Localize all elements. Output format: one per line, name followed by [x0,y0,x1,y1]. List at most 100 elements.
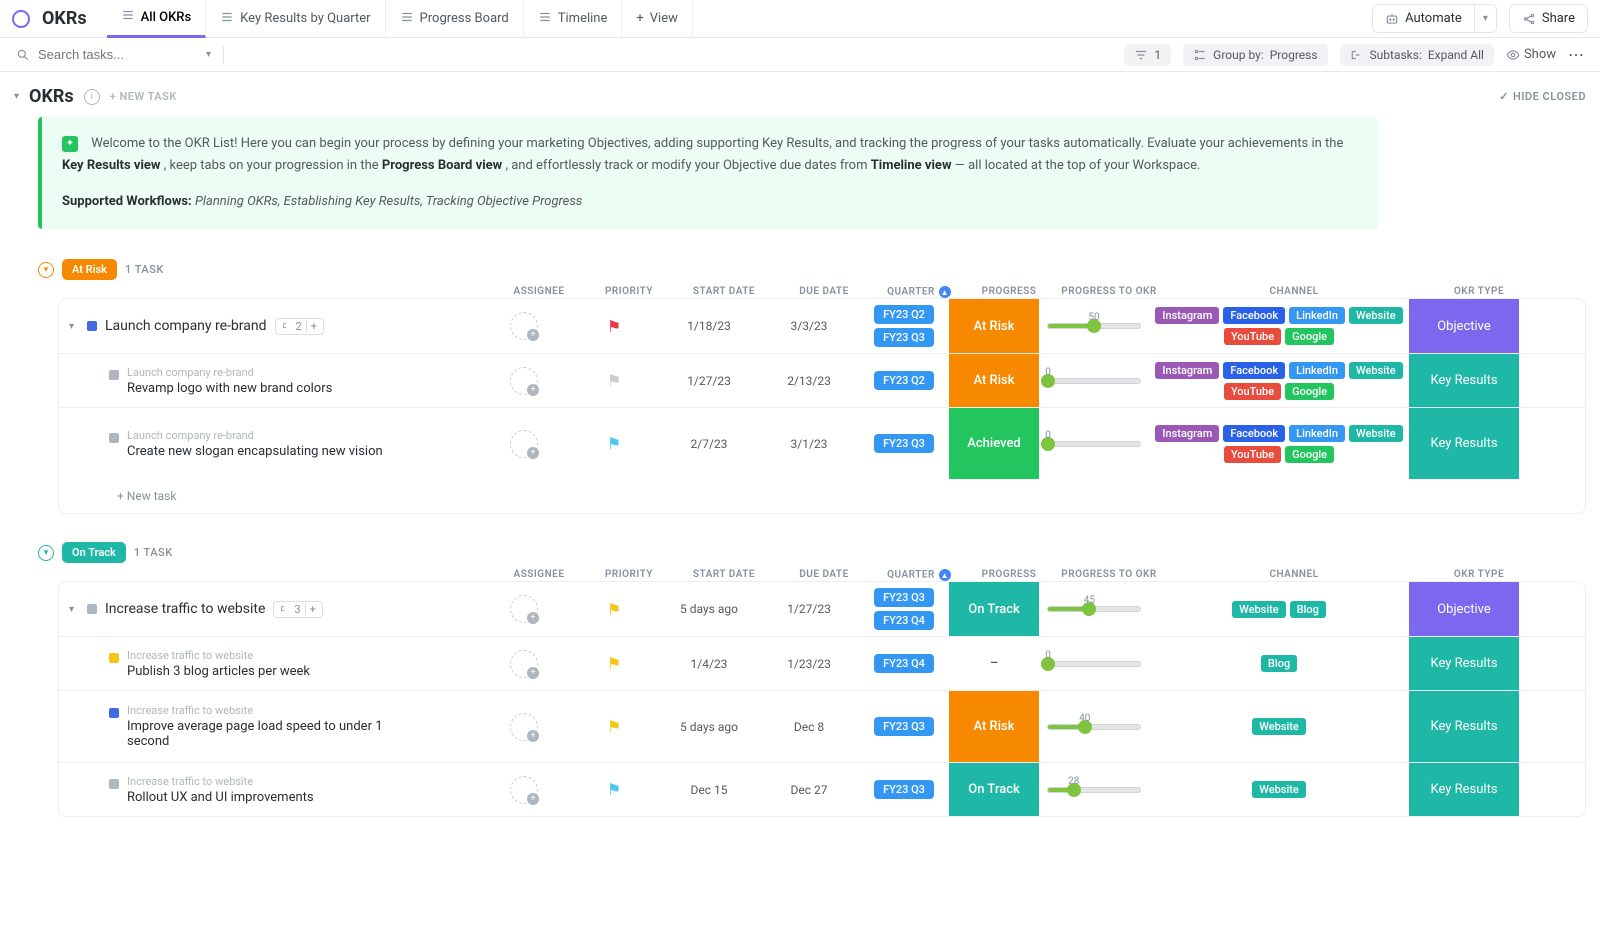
start-date[interactable]: 1/18/23 [659,299,759,353]
subtask-row[interactable]: Increase traffic to website Publish 3 bl… [59,636,1585,690]
expand-toggle[interactable]: ▾ [69,321,79,332]
okr-type[interactable]: Objective [1409,582,1519,636]
col-quarter[interactable]: QUARTER▲ [874,569,964,581]
col-assignee[interactable]: ASSIGNEE [494,569,584,581]
quarter-cell[interactable]: FY23 Q4 [859,648,949,679]
show-button[interactable]: Show [1506,47,1556,62]
quarter-cell[interactable]: FY23 Q3 [859,428,949,459]
priority-flag[interactable]: ⚑ [607,654,621,673]
add-task-row[interactable]: + New task [59,479,1585,513]
group-collapse[interactable]: ▾ [38,545,54,561]
progress-status[interactable]: At Risk [949,299,1039,353]
due-date[interactable]: 1/27/23 [759,582,859,636]
col-assignee[interactable]: ASSIGNEE [494,286,584,298]
subtask-row[interactable]: Increase traffic to website Rollout UX a… [59,762,1585,816]
channel-cell[interactable]: InstagramFacebookLinkedInWebsiteYouTubeG… [1149,419,1409,469]
quarter-cell[interactable]: FY23 Q2 [859,365,949,396]
new-task-button[interactable]: + NEW TASK [110,90,177,103]
plus-icon[interactable]: + [306,320,317,333]
due-date[interactable]: 1/23/23 [759,637,859,690]
due-date[interactable]: 3/1/23 [759,408,859,479]
progress-slider[interactable]: 0 [1039,441,1149,447]
start-date[interactable]: 5 days ago [659,691,759,762]
assignee-add[interactable] [510,367,538,395]
subtask-row[interactable]: Increase traffic to website Improve aver… [59,690,1585,762]
expand-toggle[interactable]: ▾ [69,604,79,615]
due-date[interactable]: 2/13/23 [759,354,859,407]
assignee-add[interactable] [510,595,538,623]
due-date[interactable]: Dec 8 [759,691,859,762]
progress-slider[interactable]: 28 [1039,787,1149,793]
channel-cell[interactable]: Website [1149,712,1409,741]
col-progress-to-okr[interactable]: PROGRESS TO OKR [1054,569,1164,581]
filter-pill[interactable]: 1 [1124,44,1171,66]
hide-closed-button[interactable]: ✓ HIDE CLOSED [1499,90,1586,103]
progress-slider[interactable]: 50 [1039,323,1149,329]
status-square[interactable] [87,604,97,614]
okr-type[interactable]: Key Results [1409,408,1519,479]
col-channel[interactable]: CHANNEL [1164,569,1424,581]
progress-status[interactable]: On Track [949,763,1039,816]
channel-cell[interactable]: InstagramFacebookLinkedInWebsiteYouTubeG… [1149,356,1409,406]
due-date[interactable]: 3/3/23 [759,299,859,353]
status-square[interactable] [109,433,119,443]
group-status-pill[interactable]: On Track [62,542,126,563]
okr-type[interactable]: Key Results [1409,763,1519,816]
group-status-pill[interactable]: At Risk [62,259,117,280]
priority-flag[interactable]: ⚑ [607,717,621,736]
col-quarter[interactable]: QUARTER▲ [874,286,964,298]
channel-cell[interactable]: WebsiteBlog [1149,595,1409,624]
progress-slider[interactable]: 45 [1039,606,1149,612]
assignee-add[interactable] [510,430,538,458]
start-date[interactable]: 5 days ago [659,582,759,636]
status-square[interactable] [109,779,119,789]
assignee-add[interactable] [510,776,538,804]
search-input[interactable] [38,47,198,62]
info-icon[interactable]: i [84,89,100,105]
col-progress-to-okr[interactable]: PROGRESS TO OKR [1054,286,1164,298]
status-square[interactable] [109,708,119,718]
start-date[interactable]: 2/7/23 [659,408,759,479]
col-channel[interactable]: CHANNEL [1164,286,1424,298]
col-okrtype[interactable]: OKR TYPE [1424,569,1534,581]
subtask-count[interactable]: 2 + [275,318,324,335]
search-input-wrap[interactable]: ▾ [16,47,211,62]
col-priority[interactable]: PRIORITY [584,569,674,581]
col-progress[interactable]: PROGRESS [964,286,1054,298]
assignee-add[interactable] [510,713,538,741]
subtask-row[interactable]: Launch company re-brand Revamp logo with… [59,353,1585,407]
channel-cell[interactable]: Website [1149,775,1409,804]
task-row[interactable]: ▾ Increase traffic to website 3 +⚑5 days… [59,582,1585,636]
okr-type[interactable]: Objective [1409,299,1519,353]
progress-status[interactable]: On Track [949,582,1039,636]
subtasks-pill[interactable]: Subtasks: Expand All [1340,44,1494,66]
col-due[interactable]: DUE DATE [774,286,874,298]
priority-flag[interactable]: ⚑ [607,317,621,336]
assignee-add[interactable] [510,312,538,340]
progress-slider[interactable]: 40 [1039,724,1149,730]
share-button[interactable]: Share [1509,4,1588,33]
start-date[interactable]: Dec 15 [659,763,759,816]
section-collapse[interactable]: ▾ [14,91,19,102]
col-start[interactable]: START DATE [674,569,774,581]
okr-type[interactable]: Key Results [1409,691,1519,762]
subtask-row[interactable]: Launch company re-brand Create new sloga… [59,407,1585,479]
status-square[interactable] [87,321,97,331]
quarter-cell[interactable]: FY23 Q3FY23 Q4 [859,582,949,636]
view-tab-progress-board[interactable]: Progress Board [386,0,524,38]
automate-dropdown[interactable]: ▾ [1475,4,1497,33]
priority-flag[interactable]: ⚑ [607,600,621,619]
progress-slider[interactable]: 0 [1039,378,1149,384]
status-square[interactable] [109,370,119,380]
col-progress[interactable]: PROGRESS [964,569,1054,581]
start-date[interactable]: 1/27/23 [659,354,759,407]
start-date[interactable]: 1/4/23 [659,637,759,690]
subtask-count[interactable]: 3 + [273,601,322,618]
col-okrtype[interactable]: OKR TYPE [1424,286,1534,298]
priority-flag[interactable]: ⚑ [607,780,621,799]
view-tab-all-okrs[interactable]: All OKRs [107,0,207,38]
col-due[interactable]: DUE DATE [774,569,874,581]
group-collapse[interactable]: ▾ [38,262,54,278]
quarter-cell[interactable]: FY23 Q3 [859,711,949,742]
okr-type[interactable]: Key Results [1409,354,1519,407]
